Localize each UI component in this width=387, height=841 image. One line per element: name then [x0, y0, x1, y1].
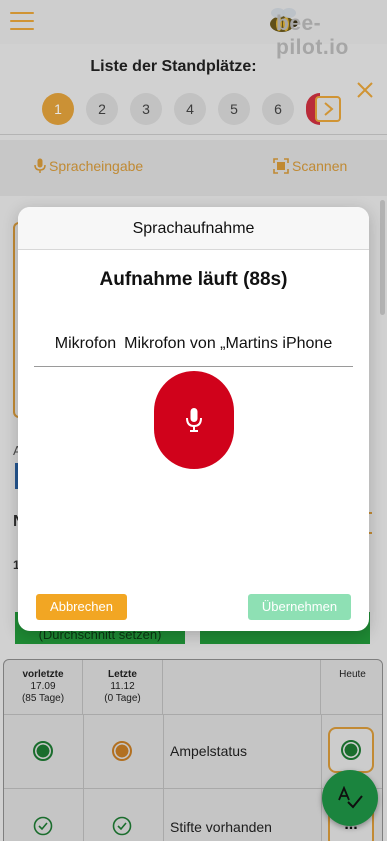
cancel-button[interactable]: Abbrechen [36, 594, 127, 620]
voice-recording-dialog: Sprachaufnahme Aufnahme läuft (88s) Mikr… [18, 207, 369, 631]
microphone-icon [186, 408, 202, 432]
record-button[interactable] [154, 371, 234, 469]
accept-button[interactable]: Übernehmen [248, 594, 351, 620]
recording-status: Aufnahme läuft (88s) [99, 269, 288, 290]
microphone-label: Mikrofon [54, 335, 117, 352]
dialog-title: Sprachaufnahme [18, 207, 369, 250]
microphone-select[interactable]: Mikrofon Mikrofon von „Martins iPhone [34, 335, 353, 367]
microphone-value: Mikrofon von „Martins iPhone [124, 335, 333, 352]
